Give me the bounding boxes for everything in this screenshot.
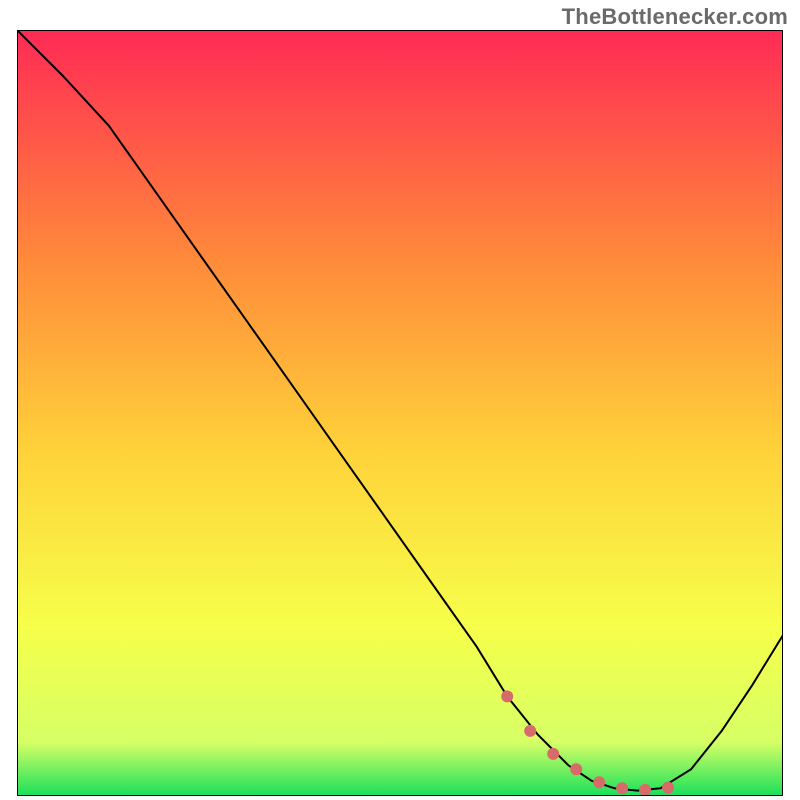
highlight-dot: [501, 690, 513, 702]
highlight-dot: [570, 763, 582, 775]
highlight-dot: [524, 725, 536, 737]
gradient-background: [17, 30, 783, 796]
highlight-dot: [593, 776, 605, 788]
highlight-dot: [547, 748, 559, 760]
chart-svg: [17, 30, 783, 796]
highlight-dot: [639, 784, 651, 796]
bottleneck-chart: [17, 30, 783, 796]
watermark-text: TheBottlenecker.com: [562, 4, 788, 30]
highlight-dot: [616, 782, 628, 794]
highlight-dot: [662, 782, 674, 794]
